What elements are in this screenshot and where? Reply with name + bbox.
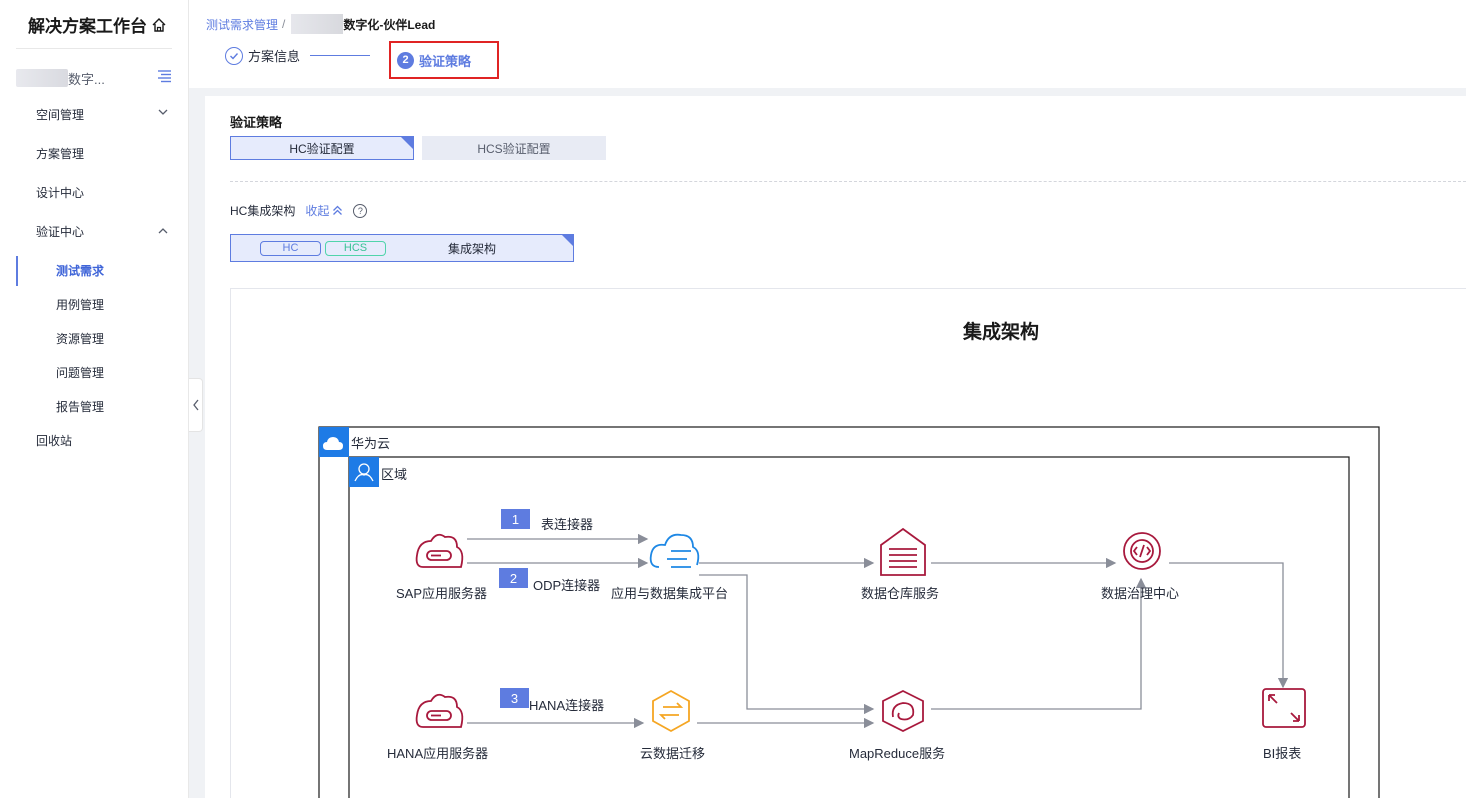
- list-menu-icon[interactable]: [157, 69, 172, 88]
- sidebar-title[interactable]: 解决方案工作台: [28, 12, 167, 37]
- connector-1-label: 表连接器: [541, 517, 594, 532]
- sidebar-item-test-requirements[interactable]: 测试需求: [56, 262, 104, 279]
- sidebar-divider: [16, 48, 172, 49]
- sidebar-item-reports[interactable]: 报告管理: [56, 398, 104, 415]
- region-icon: [349, 457, 379, 487]
- sidebar-item-solution[interactable]: 方案管理: [36, 145, 84, 162]
- arch-card-name: 集成架构: [448, 241, 497, 256]
- chevron-up-icon[interactable]: [157, 225, 169, 240]
- node-governance-label: 数据治理中心: [1101, 586, 1180, 601]
- step-connector: [310, 55, 371, 56]
- breadcrumb-redacted: [291, 14, 344, 34]
- tag-hc: HC: [260, 240, 321, 256]
- node-bi-label: BI报表: [1263, 746, 1302, 761]
- chevron-down-icon[interactable]: [157, 106, 169, 121]
- step-2-number: 2: [397, 51, 414, 69]
- cloud-icon: [319, 427, 349, 457]
- connector-1-num: 1: [501, 509, 530, 529]
- migration-icon: [652, 689, 690, 733]
- tab-hc-config[interactable]: HC验证配置: [230, 136, 414, 160]
- hc-arch-label: HC集成架构: [230, 204, 296, 218]
- dashed-divider: [230, 181, 1466, 182]
- governance-icon: [1123, 532, 1161, 570]
- step-1-label: 方案信息: [248, 49, 301, 64]
- check-circle-icon: [225, 46, 243, 65]
- tab-hcs-config[interactable]: HCS验证配置: [422, 136, 606, 160]
- bi-report-icon: [1262, 688, 1306, 728]
- warehouse-icon: [880, 527, 926, 576]
- diagram-canvas: 集成架构 华为云 区域 1 表连接器 2 ODP连接器 3 HANA连接器 SA…: [230, 288, 1466, 798]
- node-integration-label: 应用与数据集成平台: [611, 586, 729, 601]
- project-name-redacted: [16, 69, 68, 87]
- sidebar: 解决方案工作台 数字... 空间管理 方案管理 设计中心 验证中心 测试需求 用…: [0, 0, 189, 798]
- home-icon[interactable]: [151, 17, 167, 33]
- help-icon[interactable]: ?: [353, 203, 368, 218]
- node-mrs-label: MapReduce服务: [849, 746, 946, 761]
- active-indicator: [16, 256, 18, 286]
- main-panel: 验证策略 HC验证配置 HCS验证配置 HC集成架构 收起 ? HC HCS 集…: [205, 96, 1466, 798]
- hc-arch-row: HC集成架构 收起 ?: [230, 202, 368, 219]
- section-title: 验证策略: [230, 115, 283, 130]
- sidebar-item-verification[interactable]: 验证中心: [36, 223, 84, 240]
- connector-3-label: HANA连接器: [529, 698, 605, 713]
- mapreduce-icon: [882, 689, 924, 733]
- step-solution-info[interactable]: 方案信息: [225, 46, 300, 65]
- page-header: 测试需求管理 / 数字化-伙伴Lead 方案信息 2 验证策略: [189, 0, 1466, 88]
- breadcrumb-current: 数字化-伙伴Lead: [343, 17, 436, 32]
- breadcrumb-separator: /: [282, 17, 286, 31]
- app-title: 解决方案工作台: [28, 17, 147, 36]
- sap-server-icon: [415, 533, 464, 568]
- project-name: 数字...: [68, 71, 105, 87]
- connector-3-num: 3: [500, 688, 529, 708]
- connector-2-num: 2: [499, 568, 528, 588]
- stepper: 方案信息 2 验证策略: [225, 41, 499, 79]
- sidebar-item-resources[interactable]: 资源管理: [56, 330, 104, 347]
- chevron-left-icon: [192, 399, 199, 411]
- region-label: 区域: [381, 467, 408, 482]
- cloud-label: 华为云: [351, 436, 391, 451]
- node-sap-label: SAP应用服务器: [396, 586, 488, 601]
- sidebar-collapse-button[interactable]: [189, 378, 203, 432]
- edge-governance-bi: [1169, 562, 1289, 689]
- breadcrumb: 测试需求管理 / 数字化-伙伴Lead: [206, 14, 435, 34]
- node-migration-label: 云数据迁移: [640, 746, 706, 761]
- integration-icon: [649, 533, 700, 568]
- step-verification-strategy[interactable]: 2 验证策略: [389, 41, 499, 79]
- double-chevron-up-icon: [333, 205, 343, 215]
- hana-server-icon: [415, 693, 464, 728]
- sidebar-item-test-cases[interactable]: 用例管理: [56, 296, 104, 313]
- arch-card[interactable]: HC HCS 集成架构: [230, 234, 574, 262]
- project-selector[interactable]: 数字...: [16, 66, 172, 90]
- collapse-label: 收起: [305, 204, 330, 218]
- connector-2-label: ODP连接器: [533, 578, 601, 593]
- diagram-svg: [318, 426, 1380, 798]
- node-dws-label: 数据仓库服务: [861, 586, 940, 601]
- sidebar-item-issues[interactable]: 问题管理: [56, 364, 104, 381]
- sidebar-item-design[interactable]: 设计中心: [36, 184, 84, 201]
- sidebar-item-recycle[interactable]: 回收站: [36, 432, 72, 449]
- collapse-link[interactable]: 收起: [305, 202, 343, 219]
- sidebar-item-space[interactable]: 空间管理: [36, 106, 84, 123]
- step-2-label: 验证策略: [419, 53, 472, 69]
- breadcrumb-root[interactable]: 测试需求管理: [206, 16, 278, 33]
- node-hana-label: HANA应用服务器: [387, 746, 489, 761]
- tag-hcs: HCS: [325, 240, 386, 256]
